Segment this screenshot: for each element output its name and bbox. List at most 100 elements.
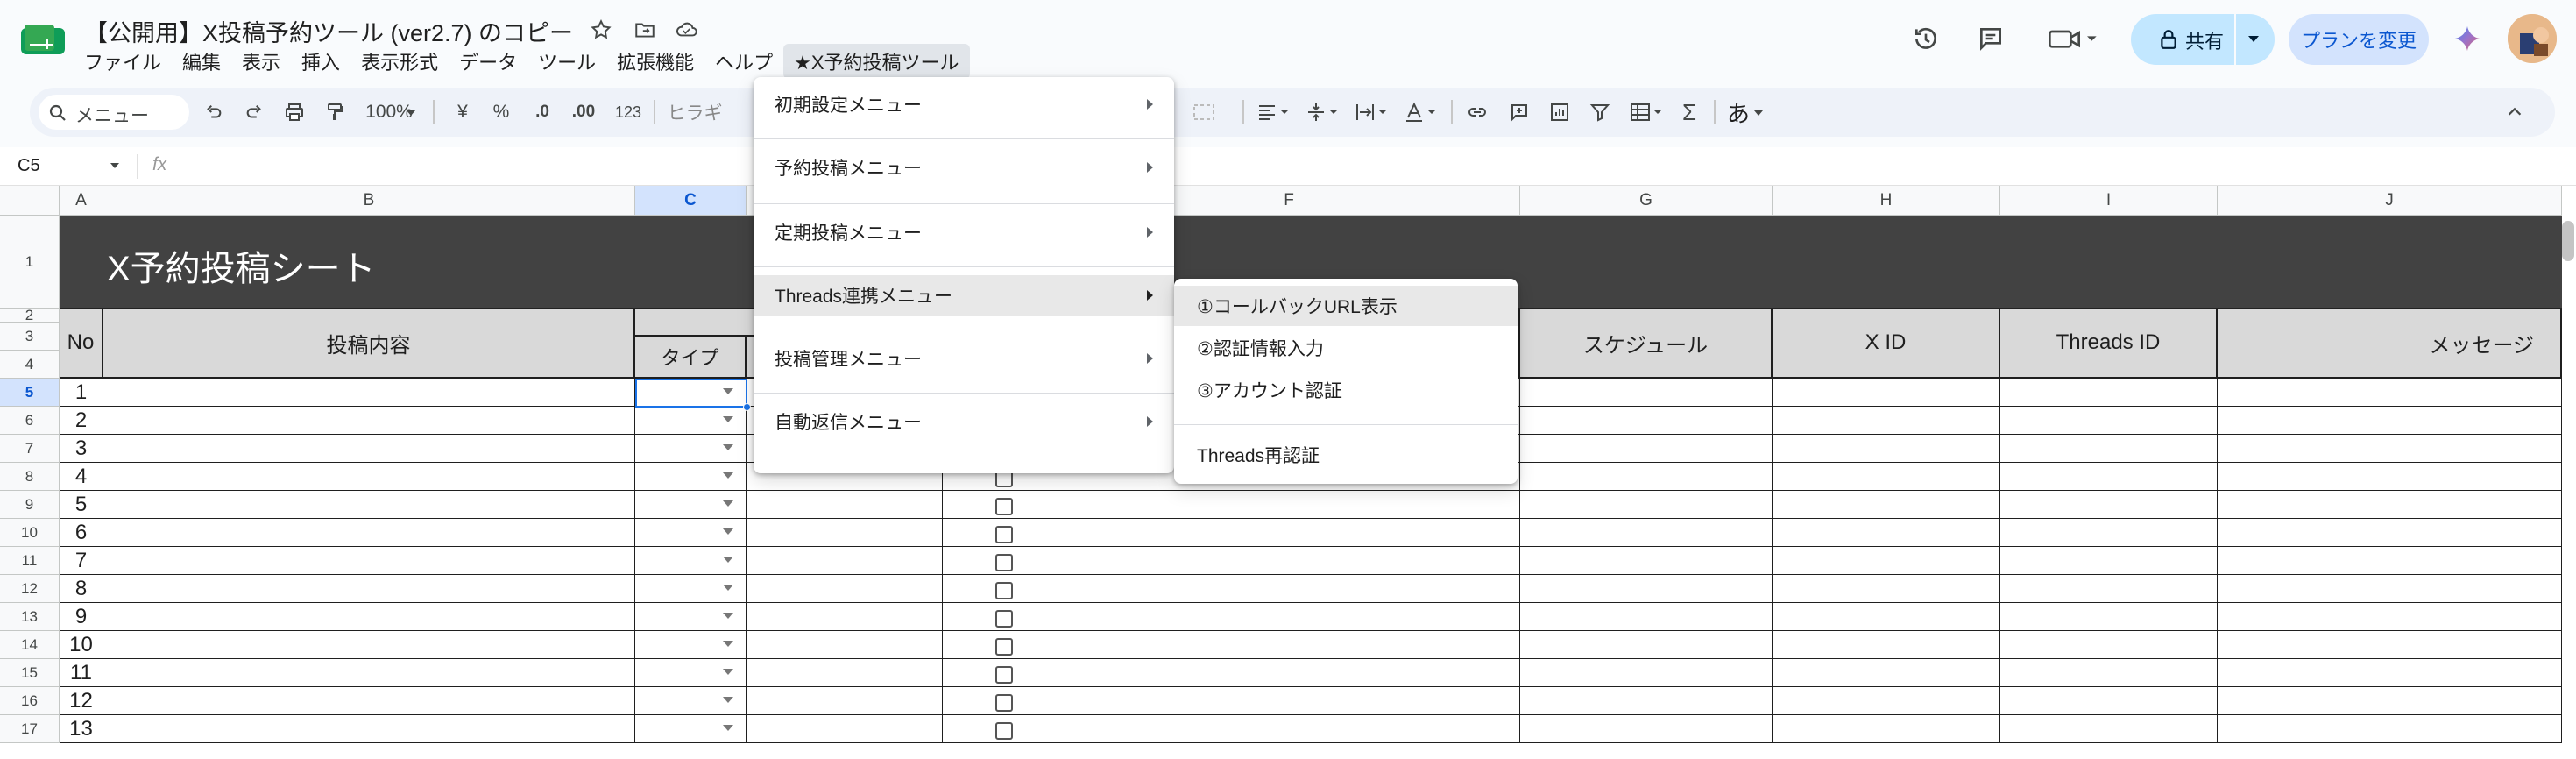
row-number-cell[interactable]: 8 bbox=[60, 575, 103, 603]
row-number-cell[interactable]: 12 bbox=[60, 687, 103, 715]
redo-icon[interactable] bbox=[237, 88, 272, 137]
grid-cell[interactable] bbox=[1773, 715, 2000, 743]
menu-format[interactable]: 表示形式 bbox=[350, 44, 449, 79]
grid-cell[interactable] bbox=[1520, 603, 1773, 631]
checkbox[interactable] bbox=[995, 526, 1013, 543]
percent-format-button[interactable]: % bbox=[485, 88, 517, 137]
row-number-cell[interactable]: 7 bbox=[60, 547, 103, 575]
checkbox-cell[interactable] bbox=[943, 547, 1058, 575]
column-header-g[interactable]: G bbox=[1520, 186, 1773, 216]
grid-cell[interactable] bbox=[747, 659, 943, 687]
menu-x-scheduler[interactable]: ★X予約投稿ツール bbox=[783, 44, 970, 79]
active-cell-selection[interactable] bbox=[635, 379, 747, 408]
grid-cell[interactable] bbox=[2218, 631, 2562, 659]
dropdown-arrow-icon[interactable] bbox=[723, 444, 733, 450]
row-number-cell[interactable]: 9 bbox=[60, 603, 103, 631]
menu-tools[interactable]: ツール bbox=[527, 44, 606, 79]
row-header[interactable]: 6 bbox=[0, 407, 60, 435]
dropdown-arrow-icon[interactable] bbox=[723, 585, 733, 591]
grid-cell[interactable] bbox=[103, 379, 635, 407]
grid-cell[interactable] bbox=[2218, 603, 2562, 631]
row-header[interactable]: 5 bbox=[0, 379, 60, 407]
grid-cell[interactable] bbox=[103, 435, 635, 463]
grid-cell[interactable] bbox=[1773, 575, 2000, 603]
row-header[interactable]: 3 bbox=[0, 323, 60, 351]
dropdown-arrow-icon[interactable] bbox=[723, 641, 733, 647]
grid-cell[interactable] bbox=[2000, 631, 2218, 659]
menu-item-recurring-post[interactable]: 定期投稿メニュー bbox=[754, 212, 1174, 252]
grid-cell[interactable] bbox=[103, 631, 635, 659]
history-icon[interactable] bbox=[1903, 16, 1949, 61]
grid-cell[interactable] bbox=[2218, 407, 2562, 435]
grid-cell[interactable] bbox=[747, 631, 943, 659]
grid-cell[interactable] bbox=[1773, 603, 2000, 631]
grid-cell[interactable] bbox=[2218, 491, 2562, 519]
grid-cell[interactable] bbox=[1773, 519, 2000, 547]
currency-format-button[interactable]: ¥ bbox=[447, 88, 478, 137]
grid-cell[interactable] bbox=[1520, 547, 1773, 575]
grid-cell[interactable] bbox=[1773, 631, 2000, 659]
grid-cell[interactable] bbox=[747, 603, 943, 631]
grid-cell[interactable] bbox=[1058, 631, 1520, 659]
checkbox-cell[interactable] bbox=[943, 659, 1058, 687]
checkbox[interactable] bbox=[995, 498, 1013, 515]
dropdown-arrow-icon[interactable] bbox=[723, 697, 733, 703]
grid-cell[interactable] bbox=[2218, 659, 2562, 687]
grid-cell[interactable] bbox=[103, 603, 635, 631]
grid-cell[interactable] bbox=[2218, 575, 2562, 603]
grid-cell[interactable] bbox=[2000, 463, 2218, 491]
grid-cell[interactable] bbox=[2000, 435, 2218, 463]
grid-cell[interactable] bbox=[1520, 659, 1773, 687]
column-header-a[interactable]: A bbox=[60, 186, 103, 216]
grid-cell[interactable] bbox=[1520, 435, 1773, 463]
grid-cell[interactable] bbox=[103, 715, 635, 743]
grid-cell[interactable] bbox=[747, 519, 943, 547]
checkbox[interactable] bbox=[995, 554, 1013, 571]
grid-cell[interactable] bbox=[1773, 687, 2000, 715]
type-dropdown-cell[interactable] bbox=[635, 519, 747, 547]
row-number-cell[interactable]: 2 bbox=[60, 407, 103, 435]
grid-cell[interactable] bbox=[2218, 463, 2562, 491]
row-header[interactable]: 10 bbox=[0, 519, 60, 547]
undo-icon[interactable] bbox=[196, 88, 231, 137]
dropdown-arrow-icon[interactable] bbox=[723, 416, 733, 422]
type-dropdown-cell[interactable] bbox=[635, 687, 747, 715]
row-header[interactable]: 8 bbox=[0, 463, 60, 491]
type-dropdown-cell[interactable] bbox=[635, 547, 747, 575]
type-dropdown-cell[interactable] bbox=[635, 715, 747, 743]
dropdown-arrow-icon[interactable] bbox=[723, 725, 733, 731]
gemini-icon[interactable] bbox=[2445, 16, 2490, 61]
row-number-cell[interactable]: 1 bbox=[60, 379, 103, 407]
row-number-cell[interactable]: 3 bbox=[60, 435, 103, 463]
column-header-j[interactable]: J bbox=[2218, 186, 2562, 216]
column-header-h[interactable]: H bbox=[1773, 186, 2000, 216]
folder-move-icon[interactable] bbox=[631, 16, 659, 44]
header-no[interactable]: No bbox=[60, 309, 103, 379]
change-plan-button[interactable]: プランを変更 bbox=[2289, 14, 2429, 65]
input-tools-button[interactable]: あ bbox=[1721, 88, 1756, 137]
grid-cell[interactable] bbox=[1773, 435, 2000, 463]
grid-cell[interactable] bbox=[1520, 379, 1773, 407]
grid-cell[interactable] bbox=[747, 547, 943, 575]
menu-help[interactable]: ヘルプ bbox=[704, 44, 783, 79]
grid-cell[interactable] bbox=[1773, 463, 2000, 491]
grid-cell[interactable] bbox=[1058, 659, 1520, 687]
row-header[interactable]: 7 bbox=[0, 435, 60, 463]
insert-chart-icon[interactable] bbox=[1542, 88, 1577, 137]
row-number-cell[interactable]: 6 bbox=[60, 519, 103, 547]
checkbox-cell[interactable] bbox=[943, 603, 1058, 631]
checkbox[interactable] bbox=[995, 582, 1013, 599]
header-threads-id[interactable]: Threads ID bbox=[2000, 309, 2218, 379]
grid-cell[interactable] bbox=[747, 687, 943, 715]
row-header[interactable]: 14 bbox=[0, 631, 60, 659]
checkbox-cell[interactable] bbox=[943, 631, 1058, 659]
grid-cell[interactable] bbox=[1520, 631, 1773, 659]
star-icon[interactable] bbox=[587, 16, 615, 44]
font-select[interactable]: ヒラギ bbox=[662, 88, 727, 137]
menu-item-initial-settings[interactable]: 初期設定メニュー bbox=[754, 84, 1174, 124]
grid-cell[interactable] bbox=[2000, 603, 2218, 631]
type-dropdown-cell[interactable] bbox=[635, 575, 747, 603]
grid-cell[interactable] bbox=[2218, 379, 2562, 407]
submenu-item-threads-reauth[interactable]: Threads再認証 bbox=[1174, 435, 1518, 475]
column-header-i[interactable]: I bbox=[2000, 186, 2218, 216]
